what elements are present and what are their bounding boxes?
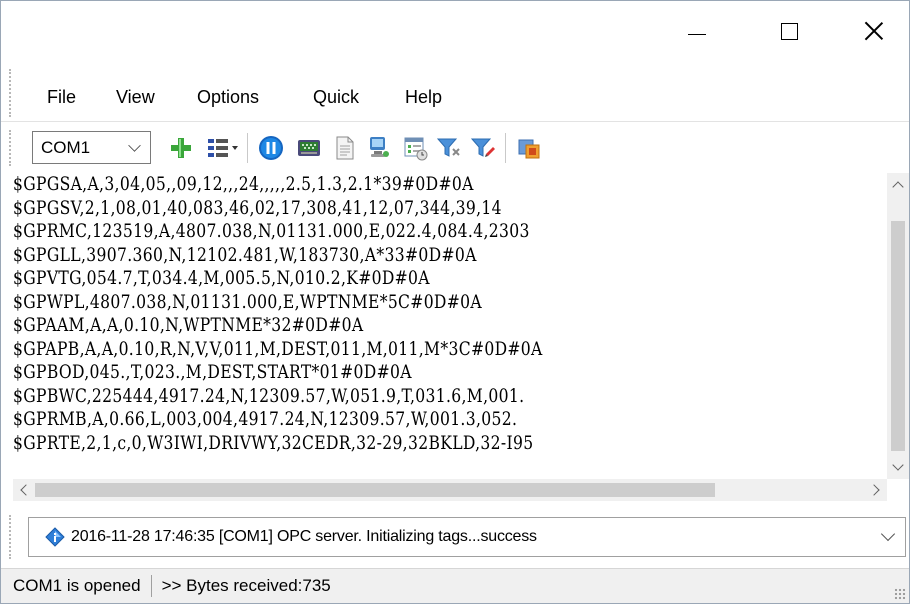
chevron-right-icon — [868, 484, 880, 496]
scroll-left-button[interactable] — [13, 479, 35, 501]
log-line: $GPGLL,3907.360,N,12102.481,W,183730,A*3… — [13, 243, 477, 266]
filter-edit-icon[interactable] — [469, 134, 497, 162]
scroll-right-button[interactable] — [865, 479, 887, 501]
event-log-select[interactable]: 2016-11-28 17:46:35 [COM1] OPC server. I… — [28, 517, 906, 557]
maximize-button[interactable] — [761, 9, 817, 53]
menu-quick[interactable]: Quick — [311, 87, 361, 108]
bytes-received: >> Bytes received:735 — [161, 576, 331, 595]
status-separator — [150, 575, 152, 597]
port-select[interactable]: COM1 — [32, 131, 151, 164]
log-view-icon[interactable] — [401, 134, 429, 162]
close-icon — [864, 21, 884, 41]
resize-grip-icon[interactable] — [894, 588, 906, 600]
vertical-scrollbar[interactable] — [887, 173, 909, 479]
chevron-down-icon — [880, 526, 896, 542]
main-window: File View Options Quick Help COM1 $GPGSA… — [0, 0, 910, 604]
log-line: $GPAPB,A,A,0.10,R,N,V,V,011,M,DEST,011,M… — [13, 337, 543, 360]
info-diamond-icon — [45, 527, 65, 547]
log-line: $GPVTG,054.7,T,034.4,M,005.5,N,010.2,K#0… — [13, 267, 430, 289]
close-button[interactable] — [846, 9, 902, 53]
log-line: $GPRMC,123519,A,4807.038,N,01131.000,E,0… — [13, 220, 530, 242]
chevron-down-icon — [892, 459, 904, 471]
data-log[interactable]: $GPGSA,A,3,04,05,,09,12,,,24,,,,,2.5,1.3… — [13, 173, 887, 479]
toolbar-gripper[interactable] — [9, 130, 12, 166]
minimize-button[interactable] — [669, 9, 725, 53]
chevron-left-icon — [20, 484, 32, 496]
log-line: $GPBWC,225444,4917.24,N,12309.57,W,051.9… — [13, 384, 525, 407]
serial-port-icon[interactable] — [295, 134, 323, 162]
toolbar-separator — [505, 133, 506, 163]
chevron-up-icon — [892, 181, 904, 193]
horizontal-scrollbar[interactable] — [13, 479, 887, 501]
log-line: $GPWPL,4807.038,N,01131.000,E,WPTNME*5C#… — [13, 290, 482, 313]
document-icon[interactable] — [331, 134, 359, 162]
plugin-icon[interactable] — [515, 134, 543, 162]
minimize-icon — [688, 33, 706, 35]
chevron-down-icon — [128, 139, 141, 152]
log-line: $GPRMB,A,0.66,L,003,004,4917.24,N,12309.… — [13, 408, 518, 430]
menu-help[interactable]: Help — [403, 87, 444, 108]
port-select-value: COM1 — [41, 137, 91, 157]
log-line: $GPRTE,2,1,c,0,W3IWI,DRIVWY,32CEDR,32-29… — [13, 431, 534, 454]
monitor-icon[interactable] — [365, 134, 393, 162]
scroll-up-button[interactable] — [887, 173, 909, 197]
port-status: COM1 is opened — [13, 576, 141, 595]
add-icon[interactable] — [167, 134, 195, 162]
status-bar: COM1 is opened >> Bytes received:735 — [1, 568, 909, 603]
menu-file[interactable]: File — [45, 87, 78, 108]
event-text: 2016-11-28 17:46:35 [COM1] OPC server. I… — [71, 528, 537, 545]
toolbar-separator — [247, 133, 248, 163]
toolbar: COM1 — [1, 121, 909, 173]
menu-options[interactable]: Options — [195, 87, 261, 108]
menu-bar: File View Options Quick Help — [1, 71, 909, 121]
scroll-down-button[interactable] — [887, 455, 909, 479]
title-bar — [1, 1, 909, 65]
log-line: $GPGSA,A,3,04,05,,09,12,,,24,,,,,2.5,1.3… — [13, 173, 474, 195]
log-line: $GPGSV,2,1,08,01,40,083,46,02,17,308,41,… — [13, 196, 502, 219]
filter-icon[interactable] — [435, 134, 463, 162]
vertical-scroll-thumb[interactable] — [891, 221, 905, 451]
menu-view[interactable]: View — [114, 87, 157, 108]
pause-icon[interactable] — [257, 134, 285, 162]
list-settings-icon[interactable] — [206, 134, 240, 162]
log-line: $GPAAM,A,A,0.10,N,WPTNME*32#0D#0A — [13, 314, 364, 336]
maximize-icon — [780, 22, 798, 40]
horizontal-scroll-thumb[interactable] — [35, 483, 715, 497]
log-line: $GPBOD,045.,T,023.,M,DEST,START*01#0D#0A — [13, 361, 412, 383]
event-gripper[interactable] — [9, 515, 12, 559]
